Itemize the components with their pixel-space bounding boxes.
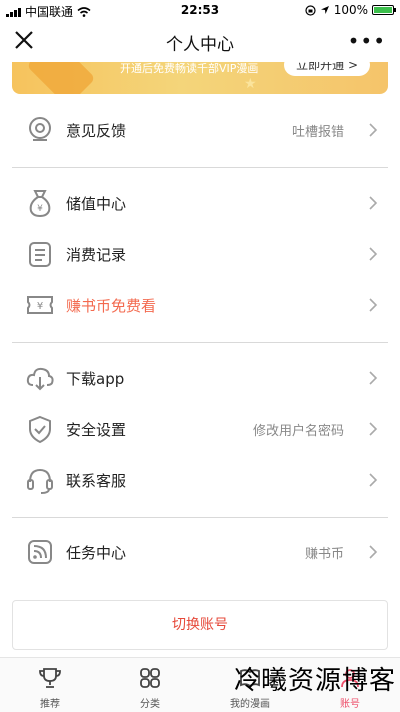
menu-item-security[interactable]: 安全设置 修改用户名密码 xyxy=(0,404,400,454)
money-bag-icon: ¥ xyxy=(29,190,51,218)
more-button[interactable]: ••• xyxy=(348,29,386,53)
location-icon xyxy=(320,6,329,14)
menu-item-recharge[interactable]: ¥ 储值中心 xyxy=(0,178,400,228)
menu-label: 安全设置 xyxy=(66,420,127,439)
svg-text:¥: ¥ xyxy=(37,204,43,214)
trophy-icon xyxy=(39,668,61,688)
star-icon: ★ xyxy=(244,76,257,92)
menu-label: 联系客服 xyxy=(66,471,127,490)
crown-icon xyxy=(26,62,96,94)
headset-icon xyxy=(27,468,53,494)
nav-bar: 个人中心 ••• xyxy=(0,20,400,62)
watermark-text: 冷曦资源博客 xyxy=(233,666,396,696)
coupon-icon: ¥ xyxy=(27,296,53,314)
switch-account-button[interactable]: 切换账号 xyxy=(12,600,388,650)
cloud-download-icon xyxy=(26,367,54,391)
chevron-right-icon xyxy=(369,196,378,210)
shield-icon xyxy=(29,415,51,444)
open-vip-button[interactable]: 立即开通 > xyxy=(284,62,370,76)
battery-percent: 100% xyxy=(333,3,368,17)
tab-label: 推荐 xyxy=(40,699,60,710)
chevron-right-icon xyxy=(369,247,378,261)
battery-icon xyxy=(372,5,396,15)
menu-extra: 吐槽报错 xyxy=(291,124,344,140)
chevron-right-icon xyxy=(369,371,378,385)
tab-recommend[interactable]: 推荐 xyxy=(0,658,100,712)
feedback-icon xyxy=(29,117,51,141)
menu-extra: 修改用户名密码 xyxy=(252,423,344,439)
status-bar: 中国联通 22:53 100% xyxy=(0,0,400,20)
svg-text:¥: ¥ xyxy=(37,301,43,312)
menu-item-feedback[interactable]: 意见反馈 吐槽报错 xyxy=(0,105,400,155)
divider xyxy=(12,342,388,343)
tab-label: 分类 xyxy=(140,699,160,710)
menu-item-records[interactable]: 消费记录 xyxy=(0,229,400,279)
vip-banner[interactable]: 开通后免费畅读千部VIP漫画 ★ 立即开通 > xyxy=(12,62,388,94)
tab-category[interactable]: 分类 xyxy=(100,658,200,712)
menu-item-tasks[interactable]: 任务中心 赚书币 xyxy=(0,527,400,577)
clipboard-icon xyxy=(29,242,51,267)
menu-label: 储值中心 xyxy=(66,194,127,213)
menu-label: 消费记录 xyxy=(66,245,127,264)
menu-label: 任务中心 xyxy=(66,543,127,562)
tab-label: 账号 xyxy=(340,699,360,710)
tab-label: 我的漫画 xyxy=(230,699,270,710)
category-icon xyxy=(140,668,160,688)
menu-item-free-read[interactable]: ¥ 赚书币免费看 xyxy=(0,280,400,330)
chevron-right-icon xyxy=(369,123,378,137)
chevron-right-icon xyxy=(369,422,378,436)
chevron-right-icon xyxy=(369,545,378,559)
rotation-lock-icon xyxy=(305,4,316,16)
chevron-right-icon xyxy=(369,298,378,312)
banner-text: 开通后免费畅读千部VIP漫画 xyxy=(120,62,259,75)
page-title: 个人中心 xyxy=(166,35,234,55)
menu-item-download[interactable]: 下载app xyxy=(0,353,400,403)
menu-label: 赚书币免费看 xyxy=(66,296,157,315)
chevron-right-icon xyxy=(369,473,378,487)
divider xyxy=(12,517,388,518)
menu-label: 下载app xyxy=(66,369,125,388)
menu-item-service[interactable]: 联系客服 xyxy=(0,455,400,505)
menu-label: 意见反馈 xyxy=(66,121,127,140)
divider xyxy=(12,167,388,168)
rss-icon xyxy=(28,540,52,564)
menu-extra: 赚书币 xyxy=(304,546,344,562)
